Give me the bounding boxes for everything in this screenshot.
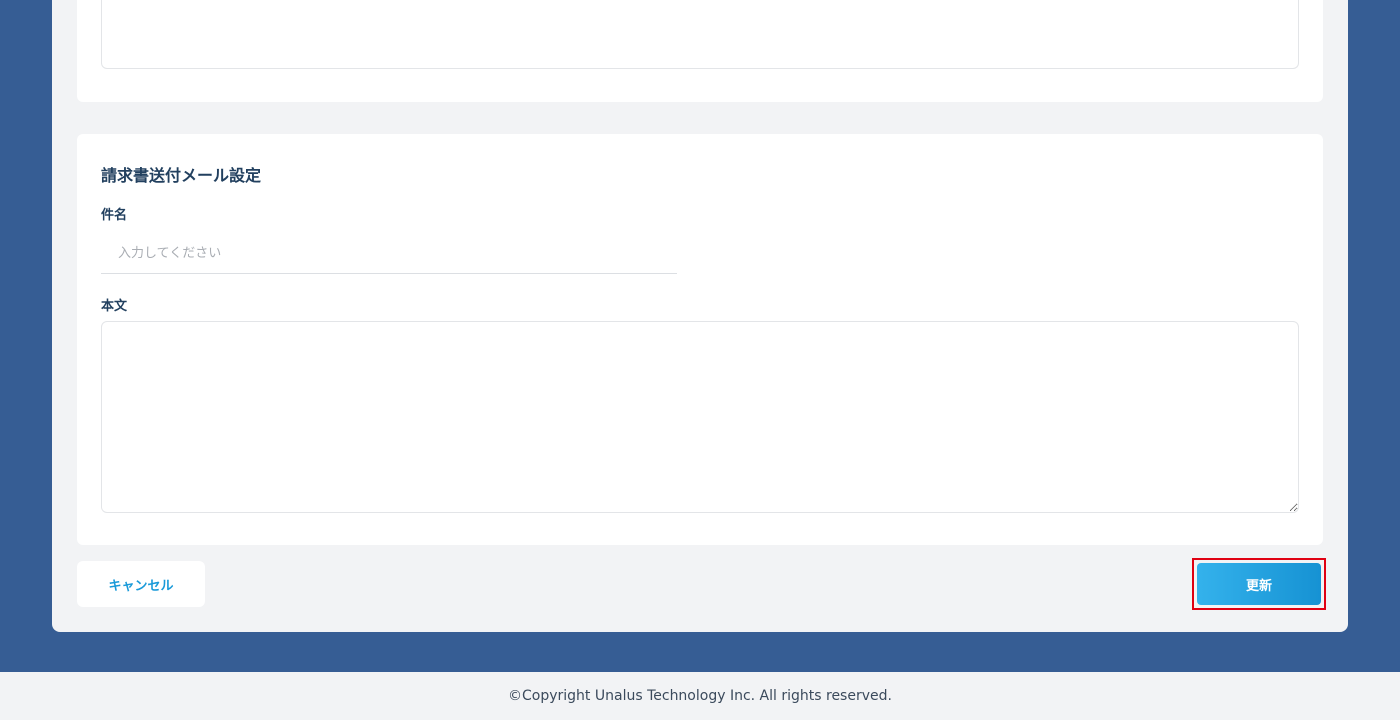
previous-section-textarea[interactable] [101, 0, 1299, 69]
subject-label: 件名 [101, 208, 128, 223]
body-textarea[interactable] [101, 321, 1299, 513]
subject-input[interactable] [101, 234, 677, 274]
cancel-button[interactable]: キャンセル [77, 561, 205, 607]
content-panel: 請求書送付メール設定 件名 本文 キャンセル 更新 [52, 0, 1348, 632]
invoice-mail-settings-card: 請求書送付メール設定 件名 本文 [77, 134, 1323, 545]
previous-section-card [77, 0, 1323, 102]
copyright-text: ©Copyright Unalus Technology Inc. All ri… [508, 688, 892, 704]
footer: ©Copyright Unalus Technology Inc. All ri… [0, 672, 1400, 720]
body-label: 本文 [101, 299, 128, 314]
section-title: 請求書送付メール設定 [101, 166, 262, 185]
update-button[interactable]: 更新 [1197, 563, 1321, 605]
